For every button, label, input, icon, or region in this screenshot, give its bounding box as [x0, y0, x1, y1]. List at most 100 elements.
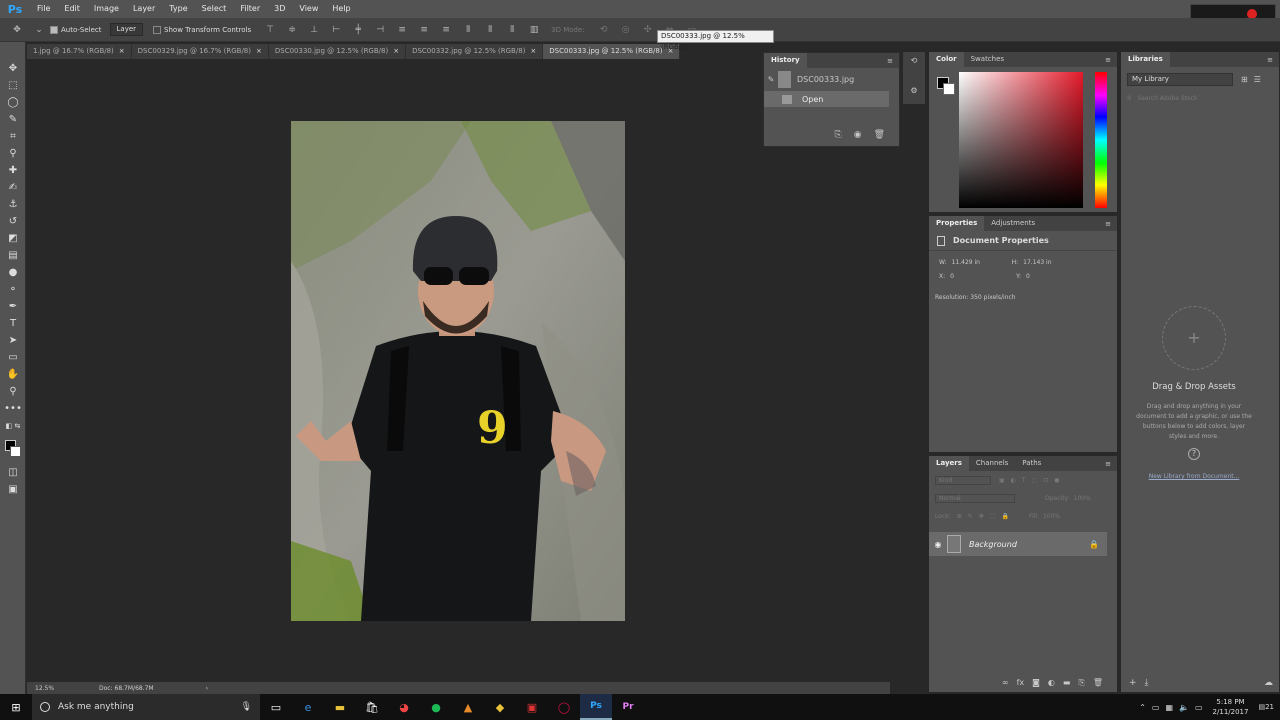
height-value[interactable]: 17.143 in: [1023, 259, 1051, 266]
close-icon[interactable]: ×: [256, 47, 262, 55]
menu-file[interactable]: File: [30, 0, 57, 18]
menu-select[interactable]: Select: [195, 0, 234, 18]
blur-tool-icon[interactable]: ●: [0, 264, 26, 281]
menu-help[interactable]: Help: [325, 0, 357, 18]
volume-icon[interactable]: 🔈: [1179, 703, 1189, 712]
gradient-tool-icon[interactable]: ▤: [0, 247, 26, 264]
tab-properties[interactable]: Properties: [929, 216, 985, 231]
x-value[interactable]: 0: [950, 273, 1016, 280]
panel-menu-icon[interactable]: ≡: [887, 57, 893, 65]
task-view-icon[interactable]: ▭: [260, 694, 292, 720]
opera-icon[interactable]: ◯: [548, 694, 580, 720]
align-right-icon[interactable]: ⊣: [373, 23, 387, 37]
tab-dsc00333[interactable]: DSC00333.jpg @ 12.5% (RGB/8)×: [543, 44, 681, 59]
fill-value[interactable]: 100%: [1043, 513, 1060, 520]
edge-icon[interactable]: e: [292, 694, 324, 720]
lock-icons[interactable]: ⊞✎✥⬚🔒: [957, 513, 1015, 520]
chevron-down-icon[interactable]: ⌄: [32, 23, 46, 37]
list-view-icon[interactable]: ☰: [1254, 75, 1261, 84]
filter-icons[interactable]: ▣◐T⬚⊡●: [999, 477, 1066, 484]
history-panel-icon[interactable]: ⟲: [903, 52, 925, 70]
background-color-swatch[interactable]: [10, 446, 21, 457]
panel-menu-icon[interactable]: ≡: [1267, 56, 1273, 64]
grid-view-icon[interactable]: ⊞: [1241, 75, 1248, 84]
properties-panel-icon[interactable]: ⚙: [903, 82, 925, 100]
crop-tool-icon[interactable]: ⌗: [0, 128, 26, 145]
store-icon[interactable]: 🛍: [356, 694, 388, 720]
tab-libraries[interactable]: Libraries: [1121, 52, 1170, 67]
library-select[interactable]: My Library: [1127, 73, 1233, 86]
menu-image[interactable]: Image: [87, 0, 126, 18]
distribute-left-icon[interactable]: ⫴: [461, 23, 475, 37]
file-explorer-icon[interactable]: ▬: [324, 694, 356, 720]
eye-icon[interactable]: ◉: [929, 540, 947, 549]
windows-start-icon[interactable]: ⊞: [0, 694, 32, 720]
align-center-icon[interactable]: ╪: [351, 23, 365, 37]
tab-color[interactable]: Color: [929, 52, 964, 67]
menu-type[interactable]: Type: [162, 0, 194, 18]
tab-dsc00332[interactable]: DSC00332.jpg @ 12.5% (RGB/8) ×: [406, 44, 544, 59]
distribute-bottom-icon[interactable]: ≡: [439, 23, 453, 37]
panel-menu-icon[interactable]: ≡: [1105, 460, 1111, 468]
add-asset-icon[interactable]: +: [1162, 306, 1226, 370]
marquee-tool-icon[interactable]: ⬚: [0, 77, 26, 94]
fx-icon[interactable]: fx: [1017, 678, 1025, 688]
tab-swatches[interactable]: Swatches: [964, 52, 1011, 67]
align-bottom-icon[interactable]: ⊥: [307, 23, 321, 37]
lasso-tool-icon[interactable]: ◯: [0, 94, 26, 111]
y-value[interactable]: 0: [1026, 273, 1030, 280]
taskbar-search[interactable]: Ask me anything 🎙: [32, 694, 260, 720]
stock-search[interactable]: ⚲ Search Adobe Stock: [1127, 92, 1273, 105]
zoom-level[interactable]: 12.5%: [35, 685, 85, 692]
eyedropper-tool-icon[interactable]: ⚲: [0, 145, 26, 162]
tab-dsc00329[interactable]: DSC00329.jpg @ 16.7% (RGB/8) ×: [132, 44, 269, 59]
tab-dsc00330[interactable]: DSC00330.jpg @ 12.5% (RGB/8) ×: [269, 44, 407, 59]
move-tool-icon[interactable]: ✥: [0, 60, 26, 77]
distribute-right-icon[interactable]: ⫴: [505, 23, 519, 37]
distribute-top-icon[interactable]: ≡: [395, 23, 409, 37]
path-select-tool-icon[interactable]: ➤: [0, 332, 26, 349]
show-transform-checkbox[interactable]: Show Transform Controls: [153, 25, 251, 34]
checkbox-icon[interactable]: [153, 25, 162, 34]
opacity-value[interactable]: 100%: [1074, 495, 1091, 502]
menu-edit[interactable]: Edit: [57, 0, 87, 18]
cloud-sync-icon[interactable]: ☁: [1264, 678, 1273, 688]
layer-row-background[interactable]: ◉ Background 🔒: [929, 532, 1107, 556]
tab-history[interactable]: History: [764, 53, 807, 68]
screen-mode-icon[interactable]: ▣: [0, 481, 26, 498]
hand-tool-icon[interactable]: ✋: [0, 366, 26, 383]
chrome-icon[interactable]: ◕: [388, 694, 420, 720]
folder-icon[interactable]: ▬: [1063, 678, 1071, 688]
menu-3d[interactable]: 3D: [267, 0, 292, 18]
auto-align-icon[interactable]: ▥: [527, 23, 541, 37]
mask-icon[interactable]: ◙: [1032, 678, 1040, 688]
new-library-link[interactable]: New Library from Document...: [1121, 473, 1267, 480]
clock[interactable]: 5:18 PM 2/11/2017: [1213, 697, 1249, 717]
background-color-swatch[interactable]: [943, 83, 955, 95]
more-tools-icon[interactable]: •••: [0, 400, 26, 417]
menu-filter[interactable]: Filter: [233, 0, 267, 18]
panel-menu-icon[interactable]: ≡: [1105, 56, 1111, 64]
tab-channels[interactable]: Channels: [969, 456, 1015, 471]
dodge-tool-icon[interactable]: ⚬: [0, 281, 26, 298]
trash-icon[interactable]: 🗑: [1093, 678, 1103, 688]
chevron-up-icon[interactable]: ⌃: [1139, 703, 1146, 712]
keyboard-icon[interactable]: ▭: [1195, 703, 1203, 712]
close-icon[interactable]: ×: [119, 47, 125, 55]
add-icon[interactable]: +: [1129, 678, 1137, 688]
rectangle-tool-icon[interactable]: ▭: [0, 349, 26, 366]
healing-brush-tool-icon[interactable]: ✚: [0, 162, 26, 179]
new-layer-icon[interactable]: ⎘: [1078, 678, 1084, 688]
auto-select-checkbox[interactable]: Auto-Select: [50, 25, 102, 34]
color-field[interactable]: [959, 72, 1083, 208]
blend-mode-select[interactable]: Normal: [935, 493, 1015, 503]
history-brush-tool-icon[interactable]: ↺: [0, 213, 26, 230]
help-icon[interactable]: ?: [1188, 448, 1200, 460]
distribute-center-icon[interactable]: ⫴: [483, 23, 497, 37]
3d-rotate-icon[interactable]: ⟲: [597, 23, 611, 37]
layer-select-dropdown[interactable]: Layer: [109, 23, 144, 36]
app-yellow-icon[interactable]: ◆: [484, 694, 516, 720]
notification-icon[interactable]: ▤21: [1258, 703, 1274, 711]
upload-icon[interactable]: ⤓: [1145, 678, 1149, 688]
document-image[interactable]: 9: [291, 121, 625, 621]
